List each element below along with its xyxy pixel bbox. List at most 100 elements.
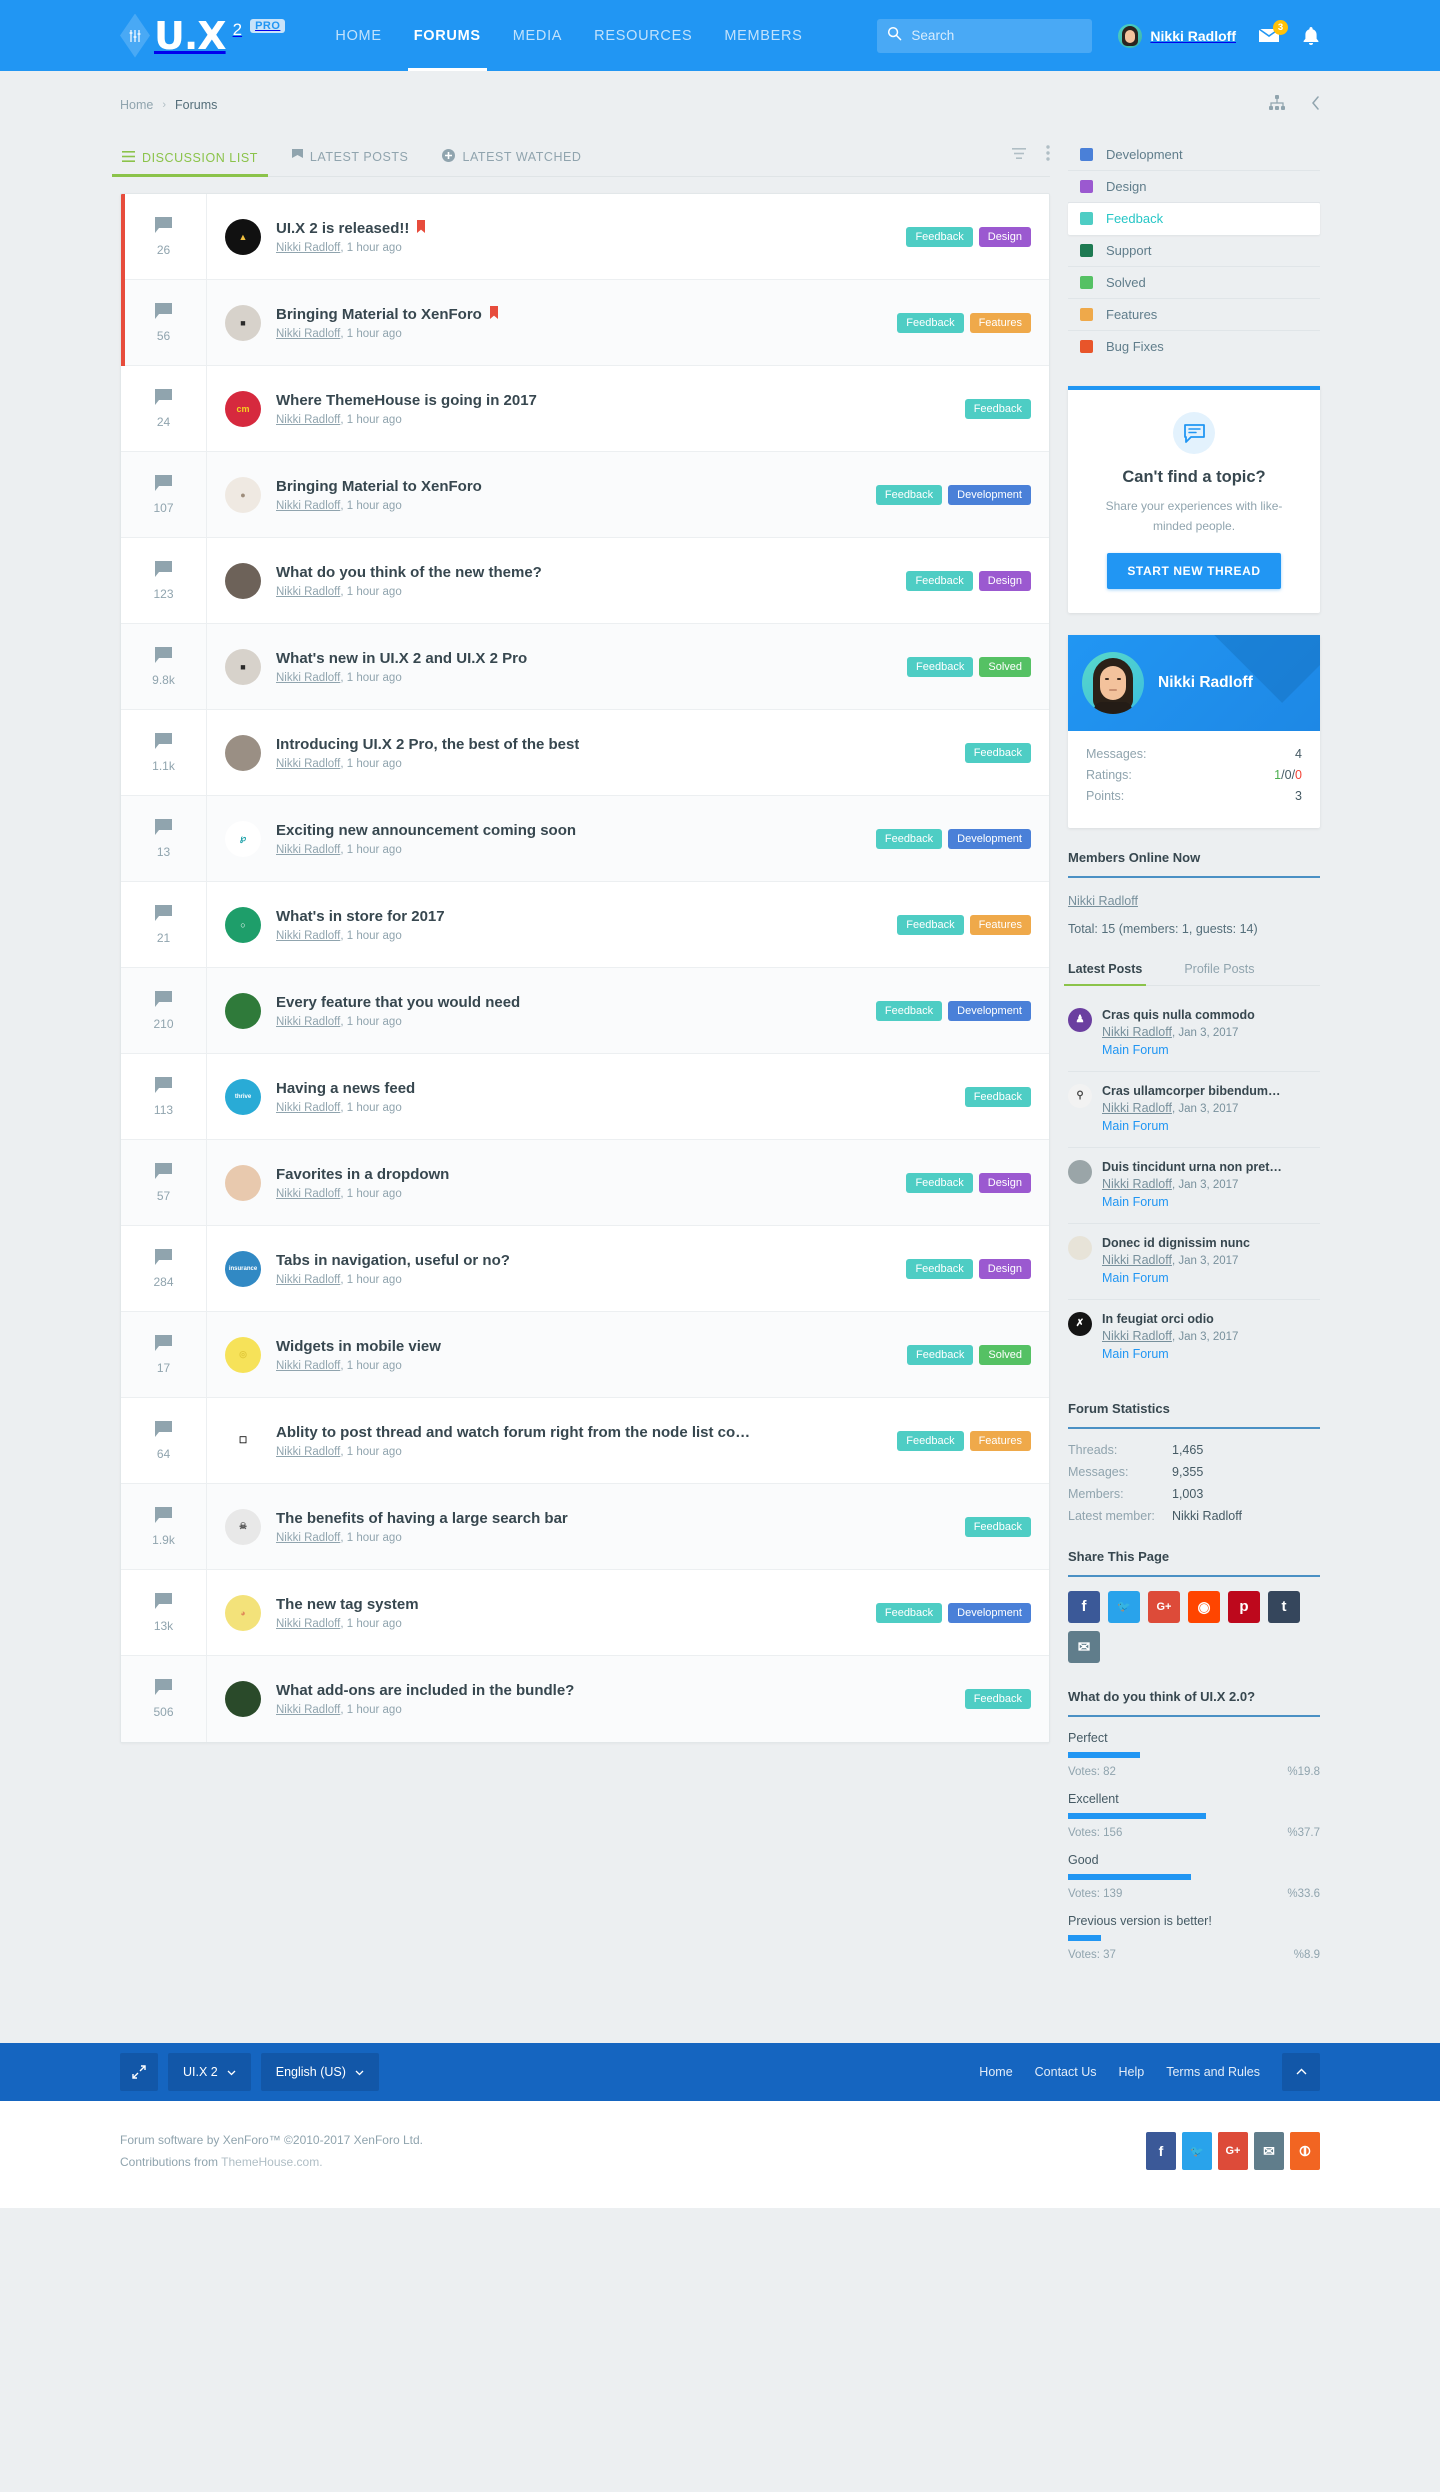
thread-author-avatar[interactable]: [225, 734, 261, 771]
post-title[interactable]: Duis tincidunt urna non pret…: [1102, 1160, 1282, 1174]
category-item-features[interactable]: Features: [1068, 299, 1320, 331]
post-author-link[interactable]: Nikki Radloff: [1102, 1177, 1172, 1191]
inbox-button[interactable]: 3: [1258, 20, 1288, 44]
share-button-twitter[interactable]: 🐦: [1108, 1590, 1140, 1623]
nav-item-resources[interactable]: RESOURCES: [578, 0, 708, 71]
thread-author-avatar[interactable]: [225, 1164, 261, 1201]
thread-row[interactable]: 1.9k ☠ The benefits of having a large sear…: [121, 1484, 1049, 1570]
thread-row[interactable]: 24 cm Where ThemeHouse is going in 2017 Nik…: [121, 366, 1049, 452]
thread-tag[interactable]: Features: [969, 1430, 1031, 1451]
scroll-to-top-button[interactable]: [1282, 2052, 1320, 2091]
thread-row[interactable]: 26 ▲ UI.X 2 is released!! Nikki Radloff, 1 …: [121, 194, 1049, 280]
tab-latest-posts[interactable]: LATEST POSTS: [290, 139, 411, 176]
thread-row[interactable]: 1.1k Introducing UI.X 2 Pro, the best of …: [121, 710, 1049, 796]
post-title[interactable]: Donec id dignissim nunc: [1102, 1236, 1250, 1250]
style-chooser-button[interactable]: UI.X 2: [168, 2052, 251, 2091]
search-box[interactable]: [877, 18, 1093, 53]
thread-author-link[interactable]: Nikki Radloff: [276, 758, 340, 770]
collapse-chevron-icon[interactable]: [1311, 95, 1320, 115]
post-forum-link[interactable]: Main Forum: [1102, 1271, 1169, 1285]
thread-title[interactable]: Introducing UI.X 2 Pro, the best of the …: [276, 736, 938, 753]
post-author-link[interactable]: Nikki Radloff: [1102, 1329, 1172, 1343]
thread-tag[interactable]: Development: [948, 1602, 1031, 1623]
thread-title[interactable]: Favorites in a dropdown: [276, 1166, 879, 1183]
share-button-pinterest[interactable]: р: [1228, 1590, 1260, 1623]
thread-author-link[interactable]: Nikki Radloff: [276, 586, 340, 598]
category-item-support[interactable]: Support: [1068, 235, 1320, 267]
thread-tag[interactable]: Feedback: [875, 1000, 943, 1021]
thread-tag[interactable]: Feedback: [906, 1258, 973, 1279]
share-button-google-plus[interactable]: G+: [1148, 1590, 1180, 1623]
thread-author-avatar[interactable]: ◎: [225, 1336, 261, 1373]
latest-post-item[interactable]: Duis tincidunt urna non pret… Nikki Radlo…: [1068, 1148, 1320, 1224]
breadcrumb-home[interactable]: Home: [120, 98, 153, 112]
tab-discussion-list[interactable]: DISCUSSION LIST: [112, 141, 268, 177]
thread-author-link[interactable]: Nikki Radloff: [276, 500, 340, 512]
latest-post-item[interactable]: ♟ Cras quis nulla commodo Nikki Radloff, J…: [1068, 996, 1320, 1072]
thread-author-avatar[interactable]: ■: [225, 304, 261, 341]
thread-tag[interactable]: Design: [978, 570, 1031, 591]
thread-tag[interactable]: Feedback: [897, 312, 964, 333]
thread-author-avatar[interactable]: [225, 992, 261, 1029]
thread-author-link[interactable]: Nikki Radloff: [276, 1188, 340, 1200]
thread-tag[interactable]: Development: [948, 484, 1031, 505]
thread-tag[interactable]: Development: [948, 1000, 1031, 1021]
more-options-icon[interactable]: [1046, 145, 1050, 166]
footer-link-terms-and-rules[interactable]: Terms and Rules: [1166, 2065, 1260, 2079]
thread-author-avatar[interactable]: ▲: [225, 218, 261, 255]
thread-tag[interactable]: Feedback: [906, 1172, 973, 1193]
filter-icon[interactable]: [1012, 147, 1026, 165]
post-title[interactable]: Cras ullamcorper bibendum…: [1102, 1084, 1281, 1098]
thread-author-link[interactable]: Nikki Radloff: [276, 1016, 340, 1028]
thread-title[interactable]: Exciting new announcement coming soon: [276, 822, 849, 839]
thread-title[interactable]: What do you think of the new theme?: [276, 564, 879, 581]
post-author-avatar[interactable]: ♟: [1068, 1007, 1092, 1032]
thread-author-link[interactable]: Nikki Radloff: [276, 1102, 340, 1114]
thread-author-link[interactable]: Nikki Radloff: [276, 1274, 340, 1286]
post-author-link[interactable]: Nikki Radloff: [1102, 1253, 1172, 1267]
side-tab-latest-posts[interactable]: Latest Posts: [1063, 962, 1147, 986]
thread-author-link[interactable]: Nikki Radloff: [276, 414, 340, 426]
thread-title[interactable]: Ablity to post thread and watch forum ri…: [276, 1424, 870, 1441]
thread-author-avatar[interactable]: ○: [225, 906, 261, 943]
thread-author-avatar[interactable]: ●: [225, 476, 261, 513]
footer-link-home[interactable]: Home: [979, 2065, 1012, 2079]
category-item-design[interactable]: Design: [1068, 171, 1320, 203]
post-author-avatar[interactable]: ⚲: [1068, 1083, 1092, 1108]
thread-title[interactable]: Having a news feed: [276, 1080, 938, 1097]
post-author-link[interactable]: Nikki Radloff: [1102, 1101, 1172, 1115]
thread-tag[interactable]: Solved: [979, 1344, 1031, 1365]
thread-tag[interactable]: Feedback: [964, 1516, 1031, 1537]
thread-author-link[interactable]: Nikki Radloff: [276, 242, 340, 254]
category-item-solved[interactable]: Solved: [1068, 267, 1320, 299]
thread-title[interactable]: Where ThemeHouse is going in 2017: [276, 392, 938, 409]
footer-social-twitter[interactable]: 🐦: [1182, 2132, 1212, 2171]
thread-row[interactable]: 64 ☐ Ablity to post thread and watch forum…: [121, 1398, 1049, 1484]
nav-item-members[interactable]: MEMBERS: [708, 0, 818, 71]
nav-item-media[interactable]: MEDIA: [497, 0, 578, 71]
thread-author-avatar[interactable]: [225, 1681, 261, 1717]
themehouse-link[interactable]: ThemeHouse.com.: [221, 2155, 322, 2169]
thread-tag[interactable]: Feedback: [964, 742, 1031, 763]
footer-social-google-plus[interactable]: G+: [1218, 2132, 1248, 2171]
thread-author-avatar[interactable]: ■: [225, 648, 261, 685]
sitemap-icon[interactable]: [1269, 95, 1285, 115]
thread-author-avatar[interactable]: ☐: [225, 1422, 261, 1459]
thread-row[interactable]: 13k ◕ The new tag system Nikki Radloff, 1 h…: [121, 1570, 1049, 1656]
post-title[interactable]: In feugiat orci odio: [1102, 1312, 1238, 1326]
thread-tag[interactable]: Feedback: [897, 1430, 964, 1451]
thread-tag[interactable]: Feedback: [964, 1689, 1031, 1709]
fullscreen-toggle-button[interactable]: [120, 2052, 158, 2091]
online-member-link[interactable]: Nikki Radloff: [1068, 894, 1138, 908]
footer-link-contact-us[interactable]: Contact Us: [1035, 2065, 1097, 2079]
thread-title[interactable]: What add-ons are included in the bundle?: [276, 1682, 938, 1699]
post-forum-link[interactable]: Main Forum: [1102, 1119, 1169, 1133]
site-logo[interactable]: U.X 2 PRO: [120, 13, 286, 58]
start-new-thread-button[interactable]: START NEW THREAD: [1107, 552, 1281, 589]
thread-row[interactable]: 21 ○ What's in store for 2017 Nikki Radloff…: [121, 882, 1049, 968]
thread-title[interactable]: Tabs in navigation, useful or no?: [276, 1252, 879, 1269]
thread-author-link[interactable]: Nikki Radloff: [276, 930, 340, 942]
thread-tag[interactable]: Feedback: [907, 656, 974, 677]
thread-author-avatar[interactable]: insurance: [225, 1250, 261, 1287]
footer-social-rss[interactable]: ⦷: [1290, 2132, 1320, 2171]
